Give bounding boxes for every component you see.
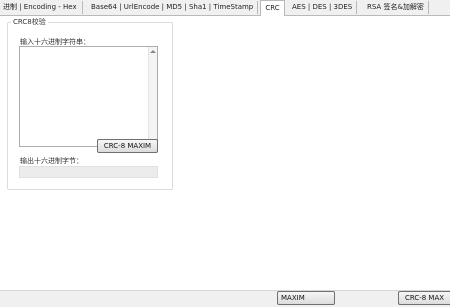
tab-base64-url-md5-sha1-timestamp[interactable]: Base64 | UrlEncode | MD5 | Sha1 | TimeSt…	[88, 1, 258, 14]
bottom-strip	[0, 290, 450, 307]
hex-string-input[interactable]	[19, 46, 158, 147]
hex-bytes-output	[19, 166, 158, 178]
crc8-maxim-button-bottom-left[interactable]: MAXIM	[277, 291, 335, 305]
crc8-maxim-button-bottom-right[interactable]: CRC-8 MAX	[398, 291, 450, 305]
crc8-maxim-button[interactable]: CRC-8 MAXIM	[97, 139, 158, 153]
scroll-up-icon[interactable]	[150, 50, 156, 53]
output-hex-label: 输出十六进制字节：	[20, 157, 83, 165]
input-scrollbar[interactable]	[148, 47, 157, 146]
tab-hex-encoding[interactable]: 进制 | Encoding - Hex	[0, 1, 83, 14]
crc8-group-title: CRC8校验	[11, 17, 48, 27]
tab-rsa[interactable]: RSA 签名&加解密	[364, 1, 429, 14]
tab-aes-des-3des[interactable]: AES | DES | 3DES	[289, 1, 357, 14]
tab-crc[interactable]: CRC	[260, 0, 285, 16]
tab-bar: 进制 | Encoding - Hex Base64 | UrlEncode |…	[0, 0, 450, 16]
